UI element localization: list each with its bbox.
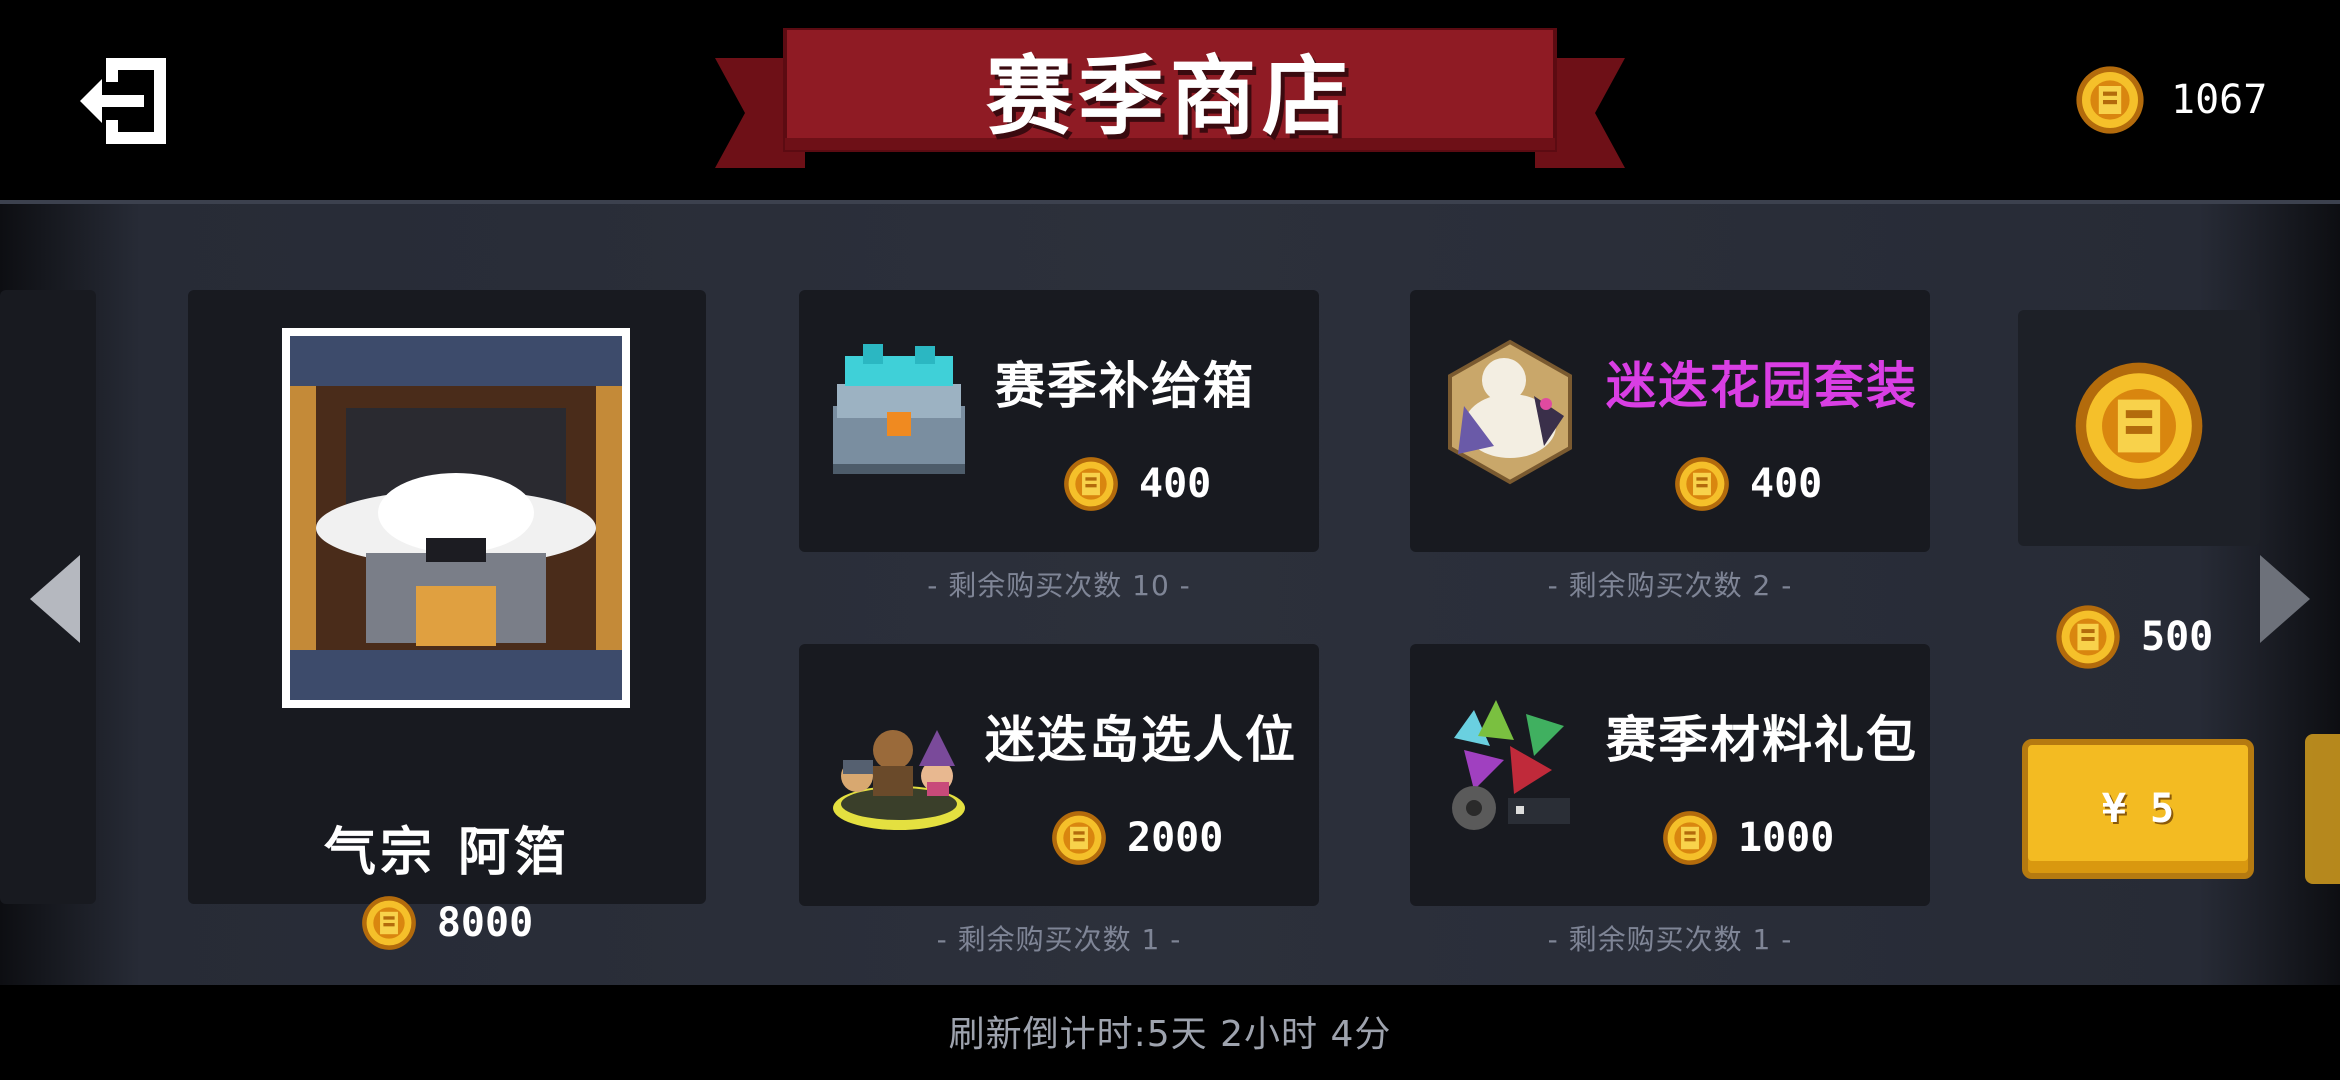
item-price-value: 400 [1139,461,1212,507]
partial-card-right[interactable] [2305,734,2340,884]
item-price-value: 400 [1750,461,1823,507]
item-remaining: - 剩余购买次数 1 - [936,923,1182,956]
hero-price: 8000 [188,895,706,951]
item-title: 赛季材料礼包 [1606,711,1918,769]
coin-balance-value: 1067 [2171,77,2268,123]
materials-icon [1452,700,1570,830]
chest-icon [833,344,965,474]
coin-icon [1052,811,1106,865]
bottom-bar: 刷新倒计时:5天 2小时 4分 [0,985,2340,1080]
coin-icon [2075,362,2203,490]
coin-icon [361,896,416,950]
hero-price-value: 8000 [436,900,534,946]
item-card-garden-outfit[interactable]: 迷迭花园套装 400 [1410,290,1930,552]
item-title: 迷迭岛选人位 [985,711,1297,769]
item-remaining: - 剩余购买次数 1 - [1547,923,1793,956]
item-card-supply-box[interactable]: 赛季补给箱 400 [799,290,1319,552]
exit-button[interactable] [78,52,178,152]
coin-icon [1064,457,1118,511]
coin-icon [1675,457,1729,511]
item-remaining: - 剩余购买次数 10 - [927,569,1191,602]
item-price-value: 1000 [1738,815,1835,861]
top-bar: 赛季商店 1067 [0,0,2340,200]
item-price: 1000 [1662,810,1834,866]
refresh-countdown: 刷新倒计时:5天 2小时 4分 [948,1014,1392,1055]
shop-area: 气宗 阿箔 8000 赛季补给箱 400 - 剩余购买次数 10 - 迷迭花园套… [0,200,2340,985]
item-card-material-pack[interactable]: 赛季材料礼包 1000 [1410,644,1930,906]
hero-card[interactable]: 气宗 阿箔 8000 [188,290,706,950]
coin-pack-value: 500 [2141,614,2214,660]
hero-portrait-icon [282,328,630,708]
item-price: 400 [1063,456,1211,512]
coin-icon [2076,66,2144,134]
coin-pack-card[interactable] [2018,310,2260,546]
item-remaining: - 剩余购买次数 2 - [1547,569,1793,602]
item-title: 迷迭花园套装 [1606,357,1918,415]
title-banner: 赛季商店 [715,28,1625,178]
coin-balance: 1067 [2075,60,2267,140]
item-price: 2000 [1051,810,1223,866]
item-title: 赛季补给箱 [995,357,1255,415]
coin-icon [2056,605,2120,669]
characters-icon [833,730,965,830]
outfit-icon [1448,339,1572,485]
arrow-right-icon[interactable] [2256,549,2316,649]
item-price-value: 2000 [1127,815,1224,861]
page-title: 赛季商店 [986,46,1354,147]
coin-icon [1663,811,1717,865]
arrow-left-icon[interactable] [24,549,84,649]
item-card-character-slot[interactable]: 迷迭岛选人位 2000 [799,644,1319,906]
exit-icon [80,58,166,144]
item-price: 400 [1674,456,1822,512]
coin-pack-amount: 500 [2055,604,2213,670]
hero-name: 气宗 阿箔 [323,823,571,883]
buy-coin-pack-button[interactable]: ¥ 5 [2022,739,2254,879]
